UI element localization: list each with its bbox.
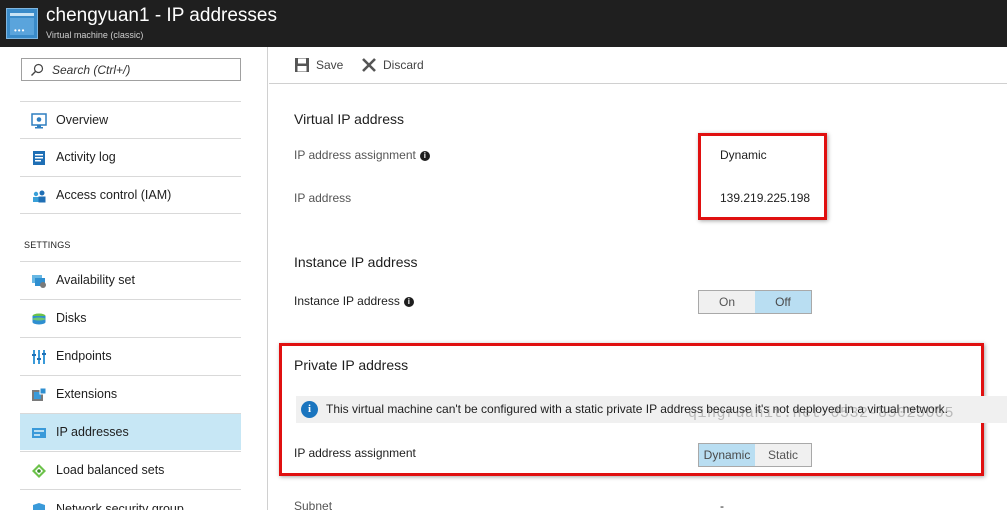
sidebar-item-label: Activity log <box>56 150 116 164</box>
overview-icon <box>31 113 47 129</box>
toggle-option-off[interactable]: Off <box>755 291 811 313</box>
virtual-ip-title: Virtual IP address <box>294 111 404 127</box>
save-icon <box>295 58 309 72</box>
discard-label: Discard <box>383 58 424 72</box>
save-label: Save <box>316 58 344 72</box>
sidebar-item-activity-log[interactable]: Activity log <box>20 138 241 175</box>
close-icon <box>362 58 376 72</box>
sidebar-item-label: Overview <box>56 113 109 127</box>
sidebar-item-label: Endpoints <box>56 349 112 363</box>
page-title: chengyuan1 - IP addresses <box>46 5 277 26</box>
sidebar-item-label: Disks <box>56 311 87 325</box>
availability-set-icon <box>32 275 46 288</box>
sidebar-item-label: Extensions <box>56 387 118 401</box>
sidebar-item-extensions[interactable]: Extensions <box>20 375 241 412</box>
search-input[interactable] <box>52 61 237 79</box>
instance-ip-label-text: Instance IP address <box>294 294 400 308</box>
load-balanced-sets-icon <box>32 464 46 478</box>
private-ip-assignment-toggle[interactable]: Dynamic Static <box>698 443 812 467</box>
instance-ip-title: Instance IP address <box>294 254 418 270</box>
sidebar-item-disks[interactable]: Disks <box>20 299 241 336</box>
extensions-icon <box>32 387 47 401</box>
sidebar-item-endpoints[interactable]: Endpoints <box>20 337 241 374</box>
watermark: qingruanit.net 0532-85025005 <box>688 405 955 422</box>
resource-menu: Overview Activity log Access control (IA… <box>0 47 268 510</box>
sidebar-item-access-control[interactable]: Access control (IAM) <box>20 176 241 213</box>
command-bar: Save Discard <box>269 47 1007 84</box>
ip-address-label: IP address <box>294 191 352 205</box>
sidebar-item-label: Availability set <box>56 273 135 287</box>
sidebar-item-load-balanced-sets[interactable]: Load balanced sets <box>20 451 241 488</box>
blade-header: ••• chengyuan1 - IP addresses Virtual ma… <box>0 0 1007 47</box>
toggle-option-on[interactable]: On <box>699 291 755 313</box>
private-ip-title: Private IP address <box>294 357 409 373</box>
network-security-group-icon <box>33 503 45 510</box>
access-control-icon <box>33 190 46 203</box>
info-icon[interactable]: i <box>403 297 414 307</box>
subnet-label: Subnet <box>294 499 333 510</box>
activity-log-icon <box>33 151 45 165</box>
settings-section-label: SETTINGS <box>24 240 71 250</box>
sidebar-item-network-security-group[interactable]: Network security group <box>20 489 241 510</box>
sidebar-item-availability-set[interactable]: Availability set <box>20 261 241 298</box>
ip-addresses-icon <box>32 428 46 438</box>
instance-ip-toggle[interactable]: On Off <box>698 290 812 314</box>
disks-icon <box>32 313 46 325</box>
sidebar-item-label: Access control (IAM) <box>56 188 172 202</box>
toggle-option-dynamic[interactable]: Dynamic <box>699 444 755 466</box>
virtual-machine-icon: ••• <box>6 8 38 39</box>
toggle-option-static[interactable]: Static <box>755 444 811 466</box>
sidebar-item-ip-addresses[interactable]: IP addresses <box>20 413 241 450</box>
sidebar-item-label: Load balanced sets <box>56 463 165 477</box>
search-icon <box>31 63 44 76</box>
section-divider <box>20 213 241 214</box>
subnet-value: - <box>720 499 724 510</box>
ip-assignment-label: IP address assignment i <box>294 148 430 162</box>
info-icon[interactable]: i <box>419 151 430 161</box>
sidebar-item-label: Network security group <box>56 502 184 510</box>
private-ip-assignment-label: IP address assignment <box>294 446 416 460</box>
sidebar-item-overview[interactable]: Overview <box>20 101 241 138</box>
sidebar-item-label: IP addresses <box>56 425 129 439</box>
endpoints-icon <box>32 350 46 364</box>
search-box[interactable] <box>21 58 241 81</box>
info-circle-icon: i <box>301 401 318 418</box>
instance-ip-label: Instance IP address i <box>294 294 414 308</box>
ip-assignment-label-text: IP address assignment <box>294 148 416 162</box>
highlight-box-virtual-ip <box>698 133 827 220</box>
page-subtitle: Virtual machine (classic) <box>46 30 144 40</box>
